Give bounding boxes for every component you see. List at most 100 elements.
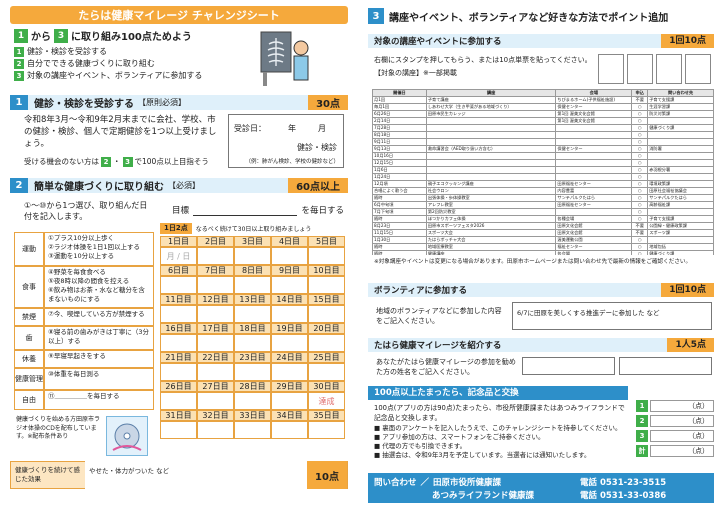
table-cell <box>555 124 633 132</box>
day-entry[interactable] <box>234 305 271 323</box>
day-entry[interactable] <box>234 247 271 265</box>
day-entry[interactable] <box>234 363 271 381</box>
category-list: 運動 ①プラス10分以上歩く ②ラジオ体操を1日1回以上する ③運動を10分以上… <box>14 232 154 410</box>
day-label: 5日目 <box>308 236 345 247</box>
checkup-kind[interactable]: 健診・検診 <box>297 142 337 153</box>
prize-header: 100点以上たまったら、記念品と交換 <box>368 386 628 400</box>
day-entry[interactable] <box>160 421 197 439</box>
day-entry[interactable] <box>197 363 234 381</box>
table-cell: ○ <box>631 131 649 139</box>
category-text[interactable]: ⑪＿＿＿＿＿を毎日する <box>44 390 154 410</box>
day-entry[interactable] <box>271 276 308 294</box>
table-cell <box>425 131 557 139</box>
score-num: 1 <box>636 400 648 412</box>
table-cell: ○ <box>631 236 649 244</box>
goal-input[interactable] <box>193 204 298 216</box>
table-row: 随時 健康講座 各会場 ○ 健康づくり課 <box>372 250 714 255</box>
day-entry[interactable] <box>271 247 308 265</box>
table-row: 随時 ほつかりカフェ体操 各種会場 ○ 子育て支援課 <box>372 215 714 223</box>
day-entry[interactable] <box>308 421 345 439</box>
table-cell: 福祉センター <box>555 243 633 251</box>
contact-tel1[interactable]: 電話 0531-23-3515 <box>580 476 666 488</box>
day-label: 8日目 <box>234 265 271 276</box>
table-cell: ○ <box>631 145 649 153</box>
day-entry[interactable] <box>160 392 197 410</box>
day-entry[interactable]: 達成 <box>308 392 345 410</box>
contact-label: 問い合わせ <box>374 478 417 488</box>
section-2-title: 簡単な健康づくりに取り組む <box>34 182 164 193</box>
stamp-box[interactable] <box>685 54 711 84</box>
stamp-box[interactable] <box>656 54 682 84</box>
table-cell: 7月28日 <box>372 124 427 132</box>
day-entry[interactable] <box>160 363 197 381</box>
contact-tel2[interactable]: 電話 0531-33-0386 <box>580 489 666 501</box>
stamp-box[interactable] <box>598 54 624 84</box>
introduce-name-input[interactable] <box>522 357 615 375</box>
day-entry[interactable] <box>160 276 197 294</box>
intro-item: 自分でできる健康づくりに取り組む <box>27 59 155 68</box>
checkup-month[interactable]: 月 <box>318 123 326 134</box>
stamp-box[interactable] <box>627 54 653 84</box>
section-1-num: 1 <box>10 95 28 110</box>
table-cell <box>647 159 714 167</box>
section-2-body: ①～⑩から1つ選び、取り組んだ日付を記入します。 <box>24 201 148 221</box>
day-label: 29日目 <box>271 381 308 392</box>
day-entry[interactable] <box>234 421 271 439</box>
score-input[interactable]: （点） <box>650 400 714 412</box>
day-entry[interactable] <box>160 305 197 323</box>
table-row: 7月28日 ○ 健康づくり課 <box>372 124 714 132</box>
effect-input[interactable]: やせた・体力がついた など <box>85 461 307 489</box>
score-input[interactable]: （点） <box>650 415 714 427</box>
day-entry[interactable] <box>197 392 234 410</box>
volunteer-input[interactable]: 6/7に田原を美しくする推進デーに参加した など <box>512 302 712 330</box>
category-text: ⑨早寝早起きをする <box>44 350 154 368</box>
day-entry[interactable] <box>271 392 308 410</box>
table-cell: 健康づくり課 <box>647 250 714 255</box>
day-entry[interactable] <box>197 276 234 294</box>
checkup-box: 受診日： 年 月 健診・検診 （例：肺がん検診、学校の健診など） <box>228 114 344 168</box>
day-entry[interactable] <box>308 363 345 381</box>
score-total-input[interactable]: （点） <box>650 445 714 457</box>
table-cell <box>647 208 714 216</box>
table-cell: たはらボッチャ大会 <box>425 236 557 244</box>
intro-item-num: 1 <box>14 47 24 57</box>
introduce-title: たはら健康マイレージを紹介する <box>374 341 502 351</box>
introduce-name-input[interactable] <box>619 357 712 375</box>
score-input[interactable]: （点） <box>650 430 714 442</box>
day-entry[interactable] <box>271 421 308 439</box>
day-entry[interactable] <box>234 392 271 410</box>
day-entry[interactable] <box>271 305 308 323</box>
day-entry[interactable] <box>234 276 271 294</box>
section-1-required: 【原則必須】 <box>138 98 186 107</box>
events-table: 開催日 講座 会場 申込 問い合わせ先 月1回 子育て講座 ちびまるホーム(子供福祉施設) 不… <box>372 89 714 255</box>
day-entry[interactable]: 月 / 日 <box>160 247 197 265</box>
day-entry[interactable] <box>197 247 234 265</box>
day-entry[interactable] <box>197 305 234 323</box>
table-cell <box>647 138 714 146</box>
day-entry[interactable] <box>308 334 345 352</box>
table-cell: ○ <box>631 208 649 216</box>
day-entry[interactable] <box>271 363 308 381</box>
note-num-3: 3 <box>122 156 133 167</box>
prize-bullet: ■ 抽選会は、令和9年3月を予定しています。当選者には通知いたします。 <box>374 451 591 459</box>
intro-item-num: 3 <box>14 71 24 81</box>
table-cell: 防災対策課 <box>647 110 714 118</box>
note-dot: ・ <box>113 157 121 166</box>
day-entry[interactable] <box>197 334 234 352</box>
table-cell: 環境政策課 <box>647 180 714 188</box>
day-entry[interactable] <box>234 334 271 352</box>
day-label: 22日目 <box>197 352 234 363</box>
day-entry[interactable] <box>308 276 345 294</box>
day-entry[interactable] <box>160 334 197 352</box>
day-entry[interactable] <box>308 305 345 323</box>
day-entry[interactable] <box>271 334 308 352</box>
day-entry[interactable] <box>308 247 345 265</box>
checkup-year[interactable]: 年 <box>288 123 296 134</box>
day-entry[interactable] <box>197 421 234 439</box>
events-list-label: 【対象の講座】※一部掲載 <box>374 69 457 77</box>
section-1-note-text2: で100点以上目指そう <box>134 157 209 166</box>
prize-bullet-text: 代理の方でも引換できます。 <box>382 442 467 450</box>
table-cell: 高齢福祉課 <box>647 201 714 209</box>
table-cell: ○ <box>631 215 649 223</box>
table-row: 1月30日 たはらボッチャ大会 渥美運動公園 ○ <box>372 236 714 244</box>
